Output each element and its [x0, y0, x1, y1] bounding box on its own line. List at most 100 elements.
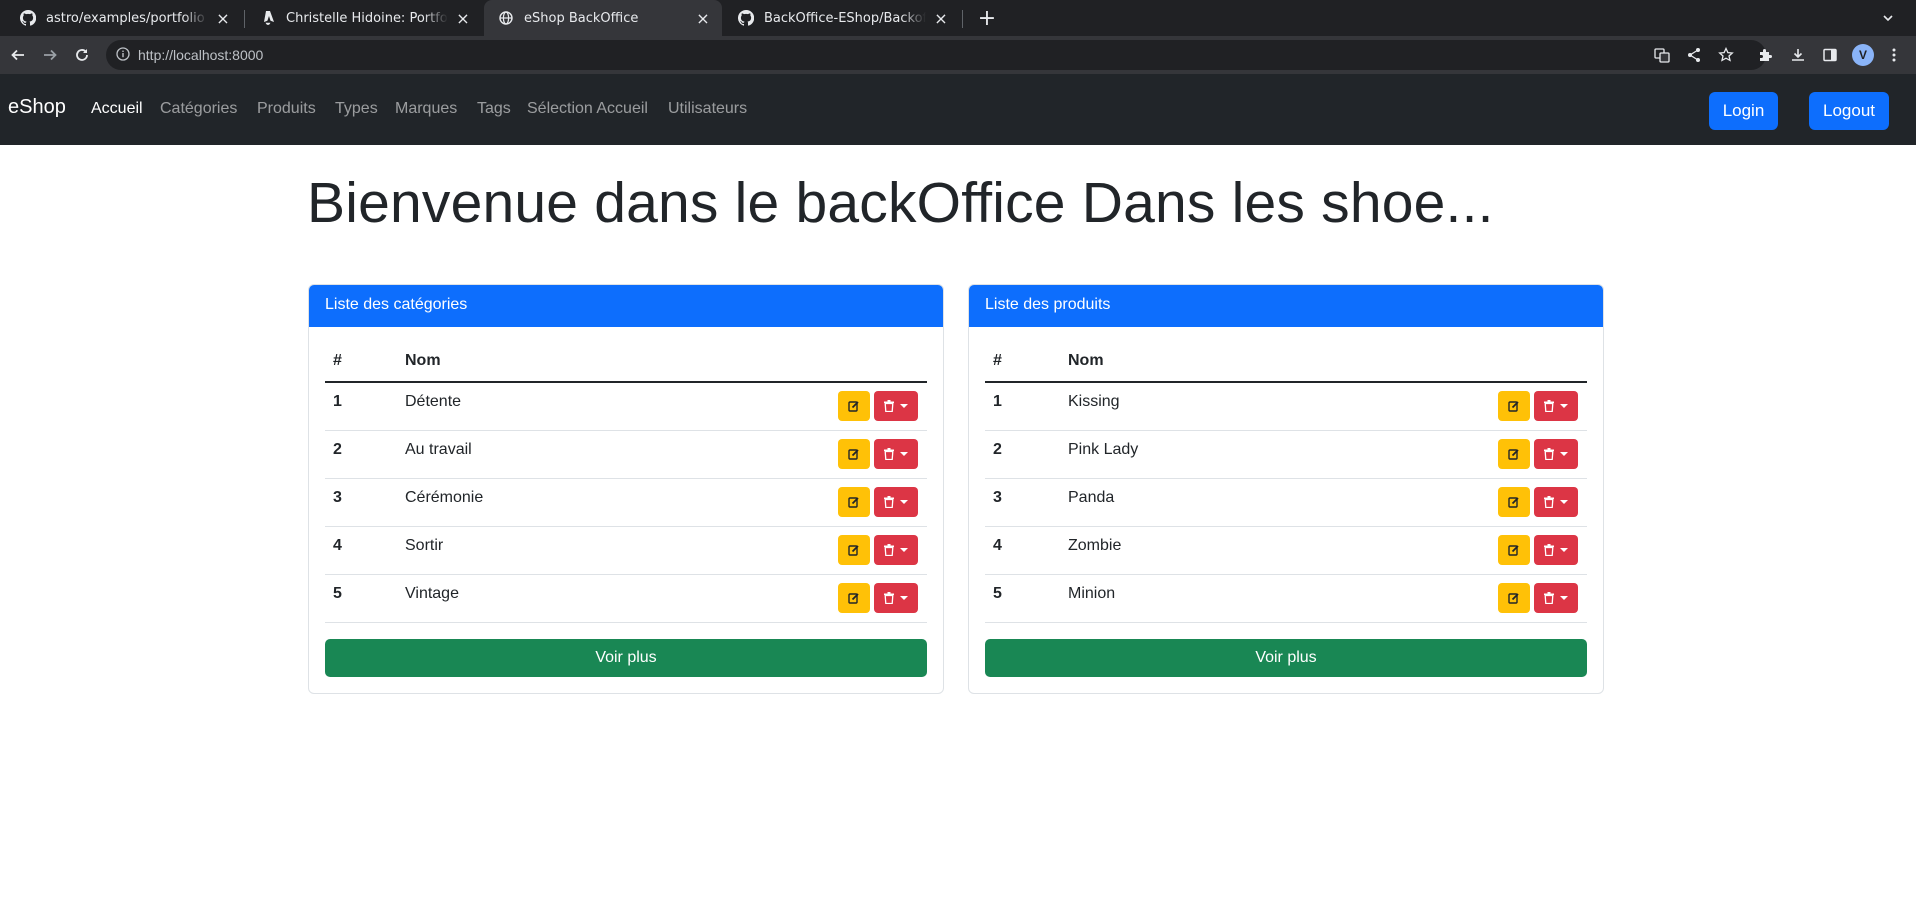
delete-dropdown-button[interactable]: [874, 535, 918, 565]
trash-icon: [1544, 493, 1554, 512]
close-icon[interactable]: ×: [694, 9, 712, 28]
caret-down-icon: [1560, 596, 1568, 600]
edit-button[interactable]: [838, 439, 870, 469]
logout-button[interactable]: Logout: [1809, 92, 1889, 130]
translate-icon[interactable]: [1648, 41, 1676, 69]
caret-down-icon: [1560, 404, 1568, 408]
chevron-down-icon[interactable]: [1876, 6, 1900, 30]
delete-dropdown-button[interactable]: [874, 583, 918, 613]
edit-button[interactable]: [1498, 391, 1530, 421]
browser-tab-active[interactable]: eShop BackOffice ×: [484, 0, 722, 36]
nav-link-selection-accueil[interactable]: Sélection Accueil: [527, 100, 648, 118]
column-header-name: Nom: [1068, 352, 1104, 369]
edit-button[interactable]: [1498, 439, 1530, 469]
voir-plus-categories-button[interactable]: Voir plus: [325, 639, 927, 677]
column-header-number: #: [993, 352, 1002, 369]
row-number: 1: [993, 393, 1002, 410]
trash-icon: [884, 397, 894, 416]
browser-tab[interactable]: astro/examples/portfolio at main ×: [6, 0, 242, 36]
delete-dropdown-button[interactable]: [1534, 487, 1578, 517]
card-header: Liste des produits: [969, 285, 1603, 327]
edit-icon: [848, 589, 860, 608]
edit-button[interactable]: [1498, 583, 1530, 613]
edit-button[interactable]: [838, 583, 870, 613]
card-header: Liste des catégories: [309, 285, 943, 327]
forward-arrow-icon[interactable]: [36, 41, 64, 69]
nav-link-produits[interactable]: Produits: [257, 100, 316, 118]
site-navbar: eShop Accueil Catégories Produits Types …: [0, 74, 1916, 145]
reload-icon[interactable]: [68, 41, 96, 69]
back-arrow-icon[interactable]: [4, 41, 32, 69]
tab-title: BackOffice-EShop/Backoffice-HTML: [764, 10, 926, 26]
browser-tab[interactable]: BackOffice-EShop/Backoffice-HTML ×: [724, 0, 960, 36]
row-name: Zombie: [1068, 537, 1122, 554]
close-icon[interactable]: ×: [214, 9, 232, 28]
row-number: 2: [993, 441, 1002, 458]
row-number: 4: [993, 537, 1002, 554]
edit-button[interactable]: [838, 391, 870, 421]
table-row: 1 Kissing: [985, 383, 1587, 431]
edit-button[interactable]: [838, 535, 870, 565]
share-icon[interactable]: [1680, 41, 1708, 69]
tab-title: Christelle Hidoine: Portfolio: [286, 10, 448, 26]
astro-icon: [260, 10, 276, 26]
globe-icon: [498, 10, 514, 26]
caret-down-icon: [900, 548, 908, 552]
nav-link-categories[interactable]: Catégories: [160, 100, 237, 118]
edit-button[interactable]: [838, 487, 870, 517]
row-name: Kissing: [1068, 393, 1120, 410]
row-number: 5: [993, 585, 1002, 602]
table-row: 3 Panda: [985, 479, 1587, 527]
address-bar[interactable]: http://localhost:8000: [106, 40, 1766, 70]
nav-link-utilisateurs[interactable]: Utilisateurs: [668, 100, 747, 118]
delete-dropdown-button[interactable]: [874, 391, 918, 421]
nav-link-accueil[interactable]: Accueil: [91, 100, 143, 118]
delete-dropdown-button[interactable]: [874, 439, 918, 469]
github-icon: [738, 10, 754, 26]
column-header-name: Nom: [405, 352, 441, 369]
nav-link-marques[interactable]: Marques: [395, 100, 457, 118]
profile-avatar[interactable]: V: [1852, 44, 1874, 66]
delete-dropdown-button[interactable]: [1534, 391, 1578, 421]
edit-icon: [1508, 397, 1520, 416]
browser-toolbar: http://localhost:8000 V: [0, 36, 1916, 74]
close-icon[interactable]: ×: [454, 9, 472, 28]
caret-down-icon: [900, 596, 908, 600]
info-icon[interactable]: [116, 46, 130, 65]
new-tab-button[interactable]: +: [973, 4, 1001, 32]
delete-dropdown-button[interactable]: [1534, 535, 1578, 565]
table-row: 2 Pink Lady: [985, 431, 1587, 479]
row-name: Au travail: [405, 441, 472, 458]
url-text[interactable]: http://localhost:8000: [138, 47, 263, 63]
row-name: Détente: [405, 393, 462, 410]
caret-down-icon: [900, 404, 908, 408]
trash-icon: [1544, 445, 1554, 464]
products-table: # Nom 1 Kissing 2 Pink Lady 3 Panda 4 Zo…: [985, 343, 1587, 623]
delete-dropdown-button[interactable]: [874, 487, 918, 517]
extensions-puzzle-icon[interactable]: [1752, 41, 1780, 69]
kebab-menu-icon[interactable]: [1880, 41, 1908, 69]
delete-dropdown-button[interactable]: [1534, 583, 1578, 613]
bookmark-star-icon[interactable]: [1712, 41, 1740, 69]
download-icon[interactable]: [1784, 41, 1812, 69]
table-header: # Nom: [325, 343, 927, 383]
table-row: 4 Zombie: [985, 527, 1587, 575]
caret-down-icon: [900, 500, 908, 504]
browser-tab[interactable]: Christelle Hidoine: Portfolio ×: [246, 0, 482, 36]
caret-down-icon: [900, 452, 908, 456]
nav-link-tags[interactable]: Tags: [477, 100, 511, 118]
table-row: 4 Sortir: [325, 527, 927, 575]
side-panel-icon[interactable]: [1816, 41, 1844, 69]
brand-logo[interactable]: eShop: [8, 96, 66, 119]
login-button[interactable]: Login: [1709, 92, 1778, 130]
table-row: 1 Détente: [325, 383, 927, 431]
caret-down-icon: [1560, 452, 1568, 456]
delete-dropdown-button[interactable]: [1534, 439, 1578, 469]
edit-button[interactable]: [1498, 487, 1530, 517]
close-icon[interactable]: ×: [932, 9, 950, 28]
nav-link-types[interactable]: Types: [335, 100, 378, 118]
edit-icon: [848, 445, 860, 464]
edit-button[interactable]: [1498, 535, 1530, 565]
voir-plus-products-button[interactable]: Voir plus: [985, 639, 1587, 677]
tab-separator: [244, 10, 245, 28]
